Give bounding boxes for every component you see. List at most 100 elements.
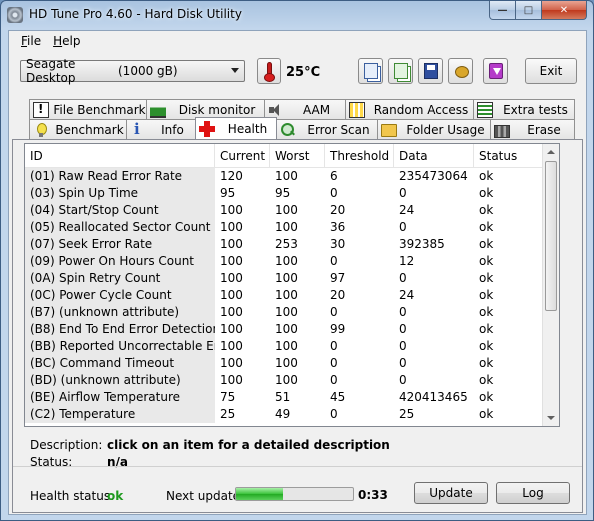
download-button[interactable] (483, 58, 508, 84)
cell-id: (0A) Spin Retry Count (25, 270, 215, 287)
cell-data: 0 (399, 322, 407, 336)
cell-status: ok (479, 220, 494, 234)
table-row[interactable]: (C2) Temperature 25 49 0 25 ok (25, 406, 545, 423)
cell-id: (0C) Power Cycle Count (25, 287, 215, 304)
table-row[interactable]: (BE) Airflow Temperature 75 51 45 420413465 o… (25, 389, 545, 406)
table-row[interactable]: (03) Spin Up Time 95 95 0 0 ok (25, 185, 545, 202)
options-button[interactable] (448, 58, 473, 84)
cell-threshold: 0 (330, 186, 338, 200)
cell-worst: 100 (275, 305, 298, 319)
tab-info[interactable]: Info (126, 119, 196, 139)
column-header-id[interactable]: ID (25, 144, 215, 168)
tab-label: Health (227, 121, 268, 136)
exit-button[interactable]: Exit (525, 58, 577, 84)
table-row[interactable]: (BD) (unknown attribute) 100 100 0 0 ok (25, 372, 545, 389)
cell-data: 0 (399, 220, 407, 234)
scroll-up-icon[interactable] (547, 150, 555, 154)
cell-current: 100 (220, 271, 243, 285)
scroll-down-icon[interactable] (547, 416, 555, 420)
table-row[interactable]: (07) Seek Error Rate 100 253 30 392385 ok (25, 236, 545, 253)
tab-extra-tests[interactable]: Extra tests (473, 99, 575, 119)
copy-screenshot-button[interactable] (388, 58, 413, 84)
column-header-worst[interactable]: Worst (270, 144, 325, 168)
menu-bar: File Help (9, 31, 586, 51)
cell-id: (B7) (unknown attribute) (25, 304, 215, 321)
maximize-button[interactable]: □ (516, 1, 542, 20)
column-header-threshold[interactable]: Threshold (325, 144, 394, 168)
copy-screenshot-icon (394, 63, 408, 79)
update-button[interactable]: Update (414, 482, 488, 504)
drive-select[interactable]: Seagate Desktop (1000 gB) (20, 57, 245, 85)
cell-data: 0 (399, 339, 407, 353)
cell-worst: 100 (275, 356, 298, 370)
table-row[interactable]: (BC) Command Timeout 100 100 0 0 ok (25, 355, 545, 372)
tab-disk-monitor[interactable]: Disk monitor (146, 99, 265, 119)
cell-threshold: 20 (330, 288, 346, 302)
toolbar: Seagate Desktop (1000 gB) 25°C Exit (9, 51, 586, 95)
table-row[interactable]: (0C) Power Cycle Count 100 100 20 24 ok (25, 287, 545, 304)
folder-icon (381, 124, 397, 137)
table-row[interactable]: (BB) Reported Uncorrectable Errors 100 100… (25, 338, 545, 355)
cell-threshold: 45 (330, 390, 346, 404)
menu-file-label: ile (27, 34, 42, 48)
menu-help[interactable]: Help (47, 34, 86, 48)
tab-health[interactable]: Health (195, 117, 277, 139)
column-header-current[interactable]: Current (215, 144, 270, 168)
health-status-label: Health status: (30, 489, 115, 503)
tab-benchmark[interactable]: Benchmark (29, 119, 127, 139)
cell-worst: 100 (275, 169, 298, 183)
menu-file[interactable]: File (15, 34, 47, 48)
cell-worst: 253 (275, 237, 298, 251)
tab-label: Info (161, 122, 184, 137)
description-value: click on an item for a detailed descript… (107, 438, 390, 452)
tab-label: Error Scan (307, 122, 370, 137)
tab-file-benchmark[interactable]: File Benchmark (29, 99, 147, 119)
column-header-status[interactable]: Status (474, 144, 545, 168)
app-disk-icon (7, 7, 23, 23)
cell-status: ok (479, 271, 494, 285)
cell-data: 24 (399, 288, 415, 302)
vertical-scrollbar[interactable] (542, 144, 559, 426)
cell-threshold: 0 (330, 407, 338, 421)
cell-status: ok (479, 288, 494, 302)
cell-worst: 100 (275, 203, 298, 217)
tab-label: Folder Usage (406, 122, 485, 137)
cell-threshold: 36 (330, 220, 346, 234)
client-area: File Help Seagate Desktop (1000 gB) 25°C… (8, 30, 587, 515)
description-label: Description: (30, 438, 103, 452)
table-row[interactable]: (04) Start/Stop Count 100 100 20 24 ok (25, 202, 545, 219)
close-button[interactable]: ✕ (542, 1, 587, 20)
table-row[interactable]: (B8) End To End Error Detection 100 100 99 0… (25, 321, 545, 338)
save-button[interactable] (418, 58, 443, 84)
cell-id: (BC) Command Timeout (25, 355, 215, 372)
cell-data: 24 (399, 203, 415, 217)
table-row[interactable]: (01) Raw Read Error Rate 120 100 6 235473064… (25, 168, 545, 185)
cell-current: 100 (220, 237, 243, 251)
thermometer-button[interactable] (257, 58, 281, 84)
cell-data: 12 (399, 254, 415, 268)
table-row[interactable]: (05) Reallocated Sector Count 100 100 36 0 ok (25, 219, 545, 236)
tab-random-access[interactable]: Random Access (345, 99, 474, 119)
progress-fill (236, 488, 283, 500)
table-row[interactable]: (0A) Spin Retry Count 100 100 97 0 ok (25, 270, 545, 287)
cell-status: ok (479, 169, 494, 183)
cell-threshold: 0 (330, 356, 338, 370)
tab-erase[interactable]: Erase (490, 119, 575, 139)
log-button[interactable]: Log (496, 482, 570, 504)
copy-text-button[interactable] (358, 58, 383, 84)
next-update-label: Next update: (166, 489, 245, 503)
table-row[interactable]: (B7) (unknown attribute) 100 100 0 0 ok (25, 304, 545, 321)
table-row[interactable]: (09) Power On Hours Count 100 100 0 12 ok (25, 253, 545, 270)
cell-data: 0 (399, 305, 407, 319)
status-bar: Health status: ok Next update: 0:33 Upda… (13, 466, 582, 512)
column-header-data[interactable]: Data (394, 144, 474, 168)
scroll-thumb[interactable] (545, 161, 557, 311)
tab-aam[interactable]: AAM (264, 99, 346, 119)
title-bar[interactable]: HD Tune Pro 4.60 - Hard Disk Utility — □… (1, 1, 593, 29)
tab-error-scan[interactable]: Error Scan (276, 119, 378, 139)
minimize-button[interactable]: — (489, 1, 516, 20)
tab-folder-usage[interactable]: Folder Usage (377, 119, 491, 139)
cell-current: 75 (220, 390, 236, 404)
cell-id: (BE) Airflow Temperature (25, 389, 215, 406)
red-cross-icon (199, 120, 215, 137)
